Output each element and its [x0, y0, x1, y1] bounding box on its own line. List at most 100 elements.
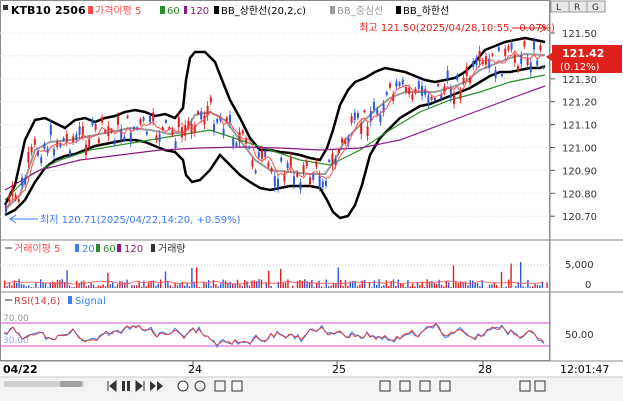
legend-swatch-bb-mid [330, 6, 335, 14]
candle-body [449, 88, 452, 98]
volume-bar [299, 280, 301, 288]
volume-bar [18, 279, 20, 288]
volume-bar [54, 282, 56, 288]
candle-body [411, 94, 414, 100]
legend-bb-lower[interactable]: BB_하한선 [403, 4, 449, 17]
volume-bar [260, 279, 263, 288]
candle-body [277, 178, 279, 188]
volume-bar [109, 284, 111, 288]
volume-bar [376, 284, 378, 288]
candle-body [177, 117, 180, 128]
candle-body [273, 176, 276, 187]
volume-bar [68, 285, 71, 288]
pause-icon[interactable] [122, 381, 125, 391]
legend-vol-ma5[interactable]: 거래이평 5 [14, 243, 60, 255]
volume-bar [167, 280, 169, 288]
candle-body [321, 181, 324, 188]
volume-bar [436, 283, 438, 288]
volume-bar [188, 286, 191, 288]
candle-body [197, 111, 199, 115]
candle-body [430, 96, 433, 100]
volume-bar [323, 287, 325, 288]
volume-bar [140, 286, 143, 288]
volume-bar [30, 287, 32, 288]
candle-body [360, 123, 363, 134]
volume-bar [248, 285, 251, 288]
volume-bar [392, 279, 395, 288]
candle-body [213, 123, 215, 132]
candle-body [257, 152, 260, 158]
legend-vol-ma120[interactable]: 120 [124, 244, 143, 255]
volume-bar [292, 285, 294, 288]
candle-body [408, 87, 411, 95]
volume-bar [85, 286, 87, 288]
candle-body [101, 117, 103, 123]
volume-bar [287, 279, 289, 288]
symbol-label[interactable]: KTB10 [11, 4, 51, 17]
volume-bar [361, 280, 363, 288]
legend-swatch-ma120 [184, 6, 187, 14]
volume-bar [385, 280, 387, 288]
candle-body [389, 83, 391, 88]
legend-ma5[interactable]: 가격이평 5 [95, 4, 141, 17]
volume-bar [133, 285, 135, 288]
candle-body [24, 177, 27, 185]
legend-bb-upper[interactable]: BB_상한선(20,2,c) [221, 5, 306, 17]
volume-legend: 거래이평 5 20 60 120 거래량 [5, 243, 186, 255]
volume-bar [104, 286, 107, 288]
legend-bb-mid[interactable]: BB_중심선 [337, 5, 383, 17]
legend-ma60[interactable]: 60 [167, 6, 180, 17]
volume-bar [308, 282, 311, 288]
volume-bar [23, 284, 25, 288]
volume-bar [508, 279, 510, 288]
legend-signal[interactable]: Signal [75, 296, 106, 307]
contract-label[interactable]: 2506 [55, 4, 86, 17]
legend-vol-ma60[interactable]: 60 [103, 244, 116, 255]
candle-body [261, 149, 263, 159]
candle-body [497, 47, 500, 51]
x-label-28: 28 [478, 363, 492, 376]
volume-bar [136, 285, 138, 288]
candle-body [126, 115, 129, 118]
symbol-marker [3, 5, 8, 10]
volume-bar [8, 282, 11, 288]
legend-swatch-signal [68, 296, 72, 304]
volume-bar [215, 284, 217, 288]
candle-body [270, 167, 273, 172]
volume-bar [450, 286, 452, 288]
volume-bar [510, 263, 512, 288]
volume-bar [383, 285, 385, 288]
volume-bar [431, 281, 433, 288]
trading-chart[interactable]: L R G KTB10 2506 가격이평 5 60 120 BB_상한선(20… [0, 0, 623, 401]
candle-body [225, 117, 228, 122]
candle-body [97, 138, 100, 144]
candle-body [152, 112, 155, 122]
scroll-thumb[interactable] [60, 381, 82, 387]
volume-bar [145, 286, 147, 288]
rsi-tick-50: 50.00 [565, 330, 594, 341]
volume-bar [505, 286, 507, 288]
candle-body [120, 129, 123, 140]
volume-bar [440, 284, 443, 288]
candle-body [510, 42, 513, 50]
price-tick-label: 121.30 [562, 75, 597, 86]
candle-body [216, 119, 219, 123]
legend-volume[interactable]: 거래량 [158, 243, 186, 255]
legend-vol-ma20[interactable]: 20 [82, 244, 95, 255]
volume-bar [150, 280, 152, 288]
candle-body [529, 62, 532, 73]
volume-bar [176, 285, 179, 288]
volume-bar [359, 284, 361, 288]
candle-body [405, 87, 407, 92]
candle-body [401, 79, 404, 85]
candle-body [315, 161, 318, 167]
candle-body [328, 159, 331, 163]
candle-body [5, 205, 7, 213]
legend-rsi[interactable]: RSI(14,6) [14, 296, 60, 307]
candle-body [325, 180, 327, 187]
candle-body [174, 141, 177, 149]
volume-bar [320, 286, 323, 288]
rsi-signal-line [3, 323, 545, 349]
candle-body [318, 175, 321, 187]
legend-ma120[interactable]: 120 [190, 6, 209, 17]
